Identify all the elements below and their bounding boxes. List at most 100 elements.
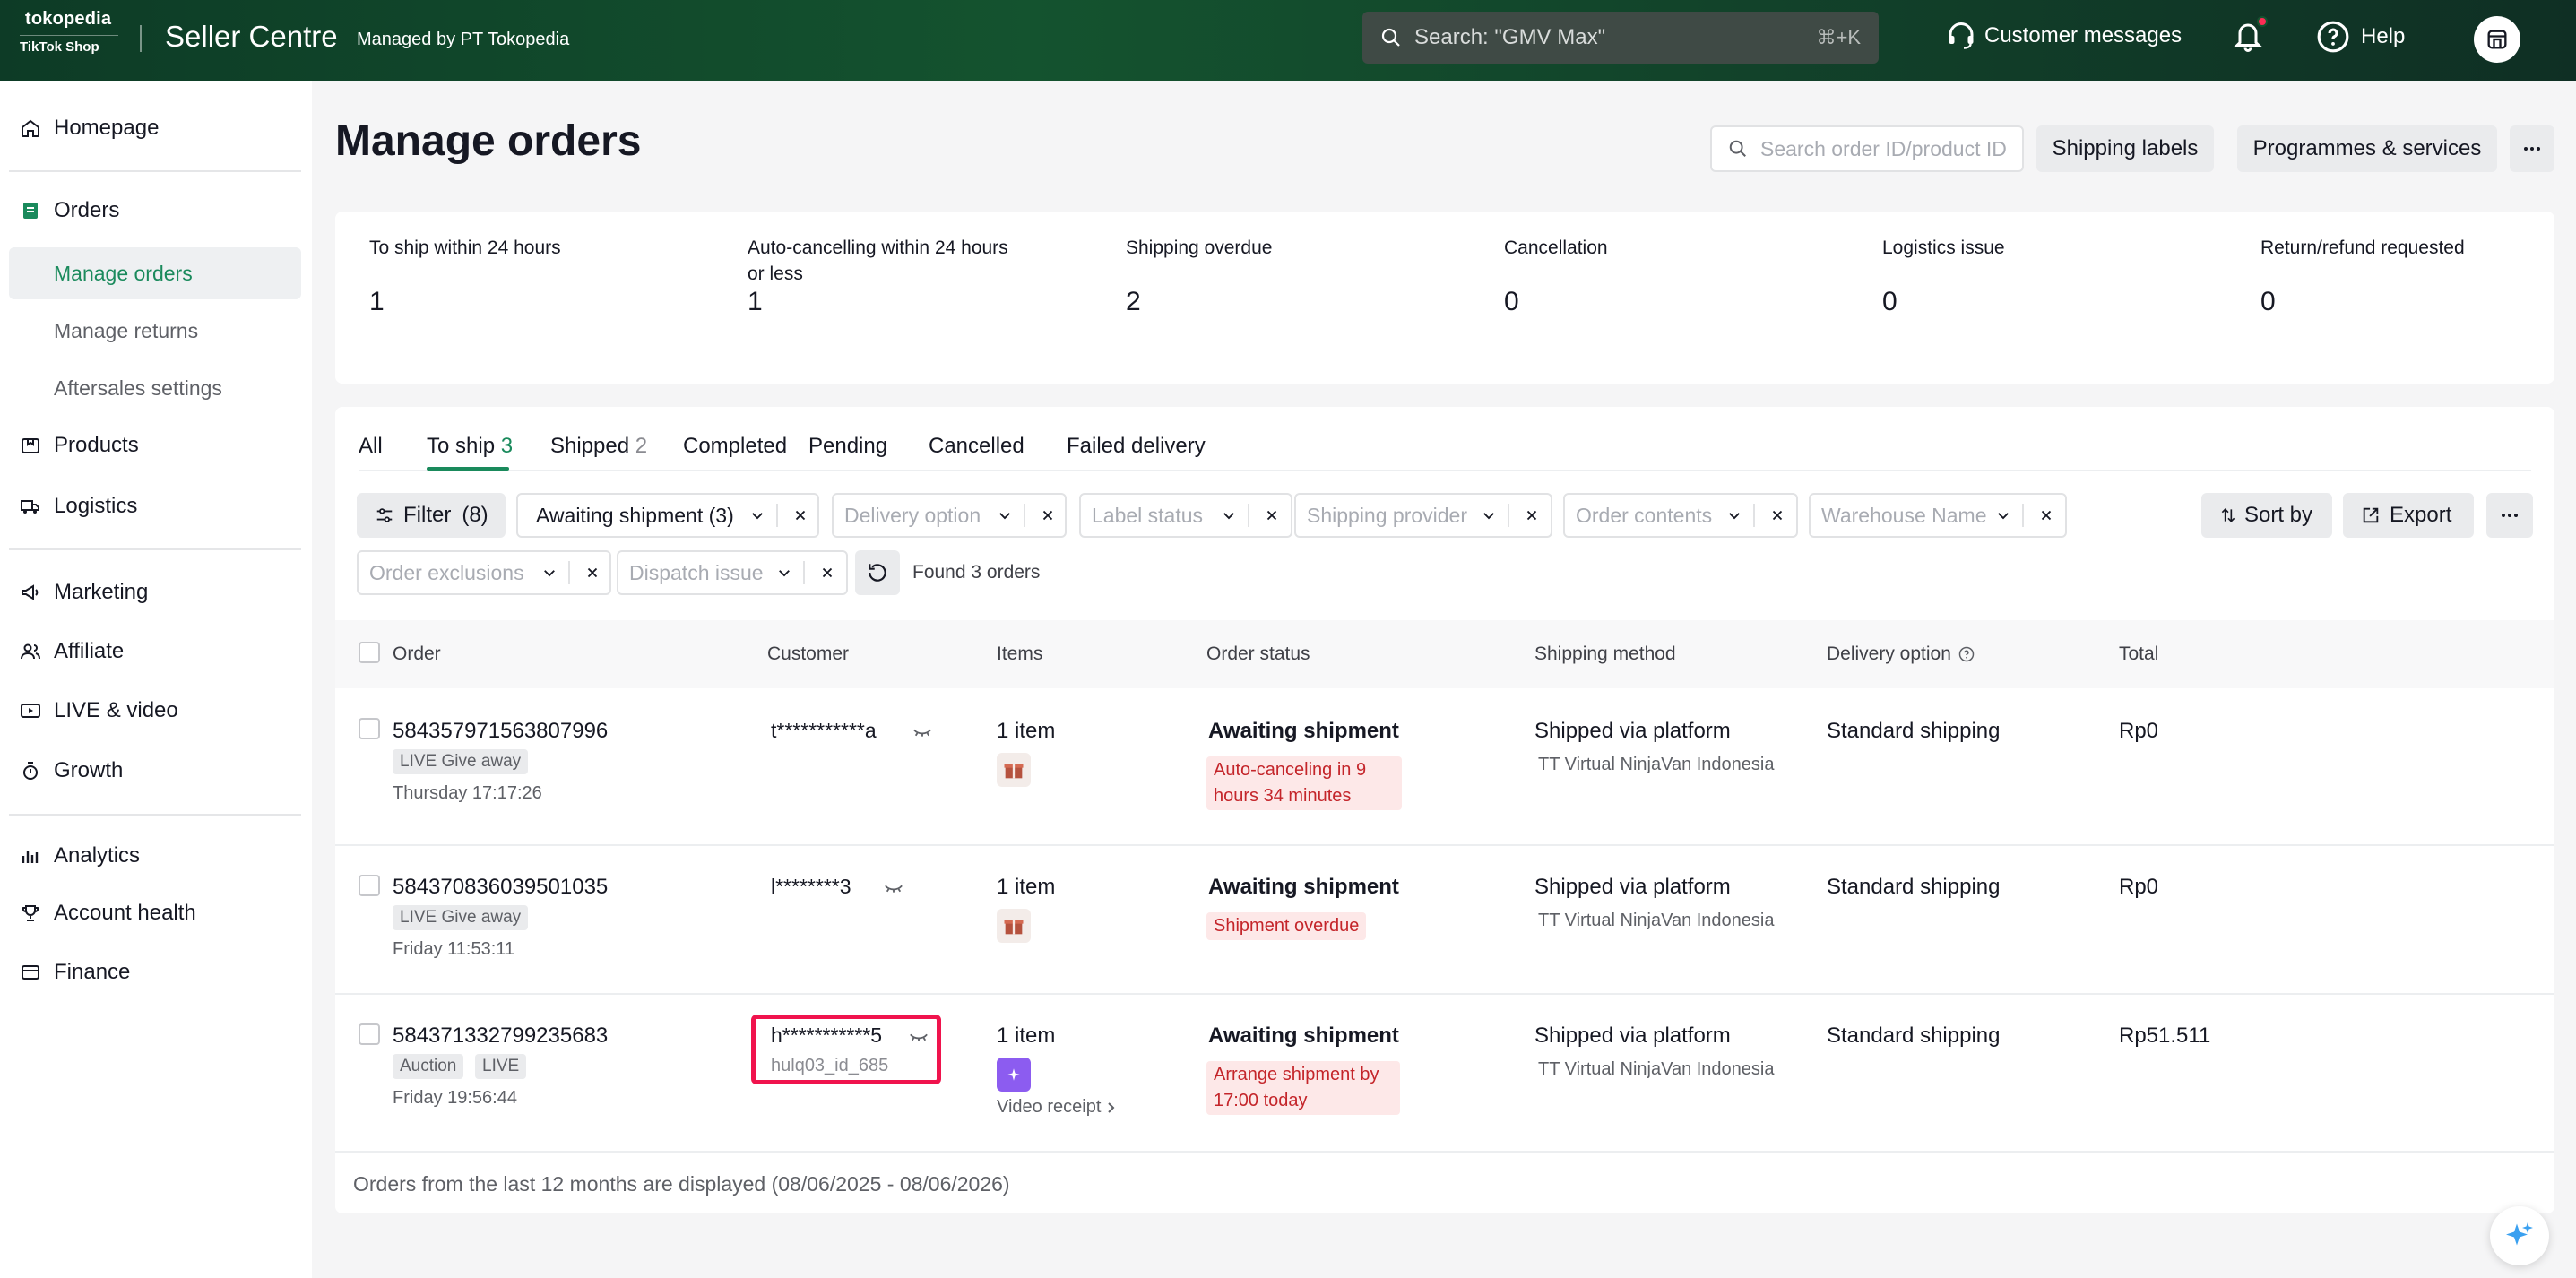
filter-button[interactable]: Filter (8) — [357, 493, 506, 538]
sidebar-item-logistics[interactable]: Logistics — [0, 484, 312, 529]
select-all-checkbox[interactable] — [359, 642, 380, 663]
sidebar-item-marketing[interactable]: Marketing — [0, 570, 312, 615]
orders-card: All To ship 3 Shipped 2 Completed Pendin… — [335, 407, 2554, 1213]
ai-assistant-button[interactable] — [2490, 1206, 2549, 1265]
sidebar-item-manage-orders[interactable]: Manage orders — [9, 247, 301, 299]
sort-by-button[interactable]: Sort by — [2201, 493, 2332, 538]
video-receipt-link[interactable]: Video receipt — [997, 1097, 1117, 1118]
brand-logo[interactable]: tokopedia TikTok Shop — [20, 9, 118, 68]
awaiting-shipment-filter[interactable]: Awaiting shipment (3) — [516, 493, 819, 538]
stat-cancellation[interactable]: Cancellation 0 — [1504, 235, 1773, 316]
customer-name[interactable]: l********3 — [771, 875, 851, 899]
reset-filters-button[interactable] — [855, 550, 900, 595]
chip-divider — [1753, 504, 1755, 527]
tab-shipped[interactable]: Shipped 2 — [550, 434, 647, 459]
sidebar-item-analytics[interactable]: Analytics — [0, 833, 312, 878]
close-icon[interactable] — [819, 565, 835, 581]
customer-name[interactable]: t***********a — [771, 719, 877, 743]
row-checkbox[interactable] — [359, 1023, 380, 1045]
order-search[interactable] — [1710, 125, 2024, 172]
chevron-down-icon — [752, 513, 763, 520]
more-options-button[interactable] — [2510, 125, 2554, 172]
stat-logistics-issue[interactable]: Logistics issue 0 — [1882, 235, 2151, 316]
tabs-baseline — [359, 470, 2531, 471]
global-search[interactable]: Search: "GMV Max" ⌘+K — [1362, 12, 1879, 64]
tab-cancelled[interactable]: Cancelled — [929, 434, 1024, 459]
eye-hidden-icon[interactable] — [884, 882, 903, 896]
row-checkbox[interactable] — [359, 875, 380, 896]
info-icon[interactable] — [1958, 646, 1975, 662]
order-id[interactable]: 584357971563807996 — [393, 719, 608, 744]
programmes-services-button[interactable]: Programmes & services — [2237, 125, 2497, 172]
gift-box-icon — [1004, 920, 1024, 935]
tab-completed[interactable]: Completed — [683, 434, 787, 459]
stat-label: Logistics issue — [1882, 237, 2005, 258]
close-icon[interactable] — [1264, 507, 1280, 523]
help-button[interactable]: Help — [2316, 20, 2405, 54]
stat-return-refund[interactable]: Return/refund requested 0 — [2260, 235, 2529, 316]
chevron-down-icon — [1483, 513, 1494, 520]
shipping-provider-filter[interactable]: Shipping provider — [1294, 493, 1552, 538]
home-icon — [22, 119, 39, 137]
row-checkbox[interactable] — [359, 718, 380, 739]
order-id[interactable]: 584370836039501035 — [393, 875, 608, 900]
export-button[interactable]: Export — [2343, 493, 2474, 538]
tab-all[interactable]: All — [359, 434, 383, 459]
stat-to-ship-24h[interactable]: To ship within 24 hours 1 — [369, 235, 638, 316]
product-thumbnail[interactable] — [997, 1058, 1031, 1092]
close-icon[interactable] — [792, 507, 808, 523]
stat-shipping-overdue[interactable]: Shipping overdue 2 — [1126, 235, 1395, 316]
sidebar-item-live-video[interactable]: LIVE & video — [0, 688, 312, 733]
headset-icon — [1949, 22, 1974, 49]
label-status-filter[interactable]: Label status — [1079, 493, 1292, 538]
order-contents-filter[interactable]: Order contents — [1563, 493, 1798, 538]
tab-pending[interactable]: Pending — [808, 434, 887, 459]
close-icon[interactable] — [1524, 507, 1540, 523]
close-icon[interactable] — [584, 565, 601, 581]
stat-label: Return/refund requested — [2260, 237, 2465, 258]
sidebar-item-account-health[interactable]: Account health — [0, 891, 312, 936]
sidebar-item-growth[interactable]: Growth — [0, 748, 312, 793]
order-search-input[interactable] — [1760, 136, 2020, 161]
filter-count: (8) — [462, 503, 488, 527]
chevron-right-icon — [1108, 1101, 1115, 1113]
warehouse-name-filter[interactable]: Warehouse Name — [1809, 493, 2067, 538]
items-count: 1 item — [997, 719, 1056, 743]
brand-name-tiktok-shop: TikTok Shop — [20, 39, 99, 55]
sidebar-item-label: LIVE & video — [54, 698, 178, 722]
sidebar-item-label: Marketing — [54, 580, 149, 604]
shop-avatar[interactable] — [2474, 16, 2520, 63]
order-id[interactable]: 584371332799235683 — [393, 1023, 608, 1049]
tab-failed-delivery[interactable]: Failed delivery — [1067, 434, 1206, 459]
customer-name[interactable]: h***********5 — [771, 1023, 882, 1048]
sidebar-item-products[interactable]: Products — [0, 423, 312, 468]
close-icon[interactable] — [2038, 507, 2054, 523]
delivery-option-filter[interactable]: Delivery option — [832, 493, 1067, 538]
close-icon[interactable] — [1769, 507, 1785, 523]
order-exclusions-filter[interactable]: Order exclusions — [357, 550, 611, 595]
sidebar-item-manage-returns[interactable]: Manage returns — [9, 305, 301, 357]
eye-hidden-icon[interactable] — [909, 1031, 929, 1045]
found-orders-count: Found 3 orders — [912, 562, 1041, 583]
eye-hidden-icon[interactable] — [912, 726, 932, 740]
stat-value: 0 — [2260, 287, 2276, 316]
row-divider — [335, 844, 2554, 846]
close-icon[interactable] — [1040, 507, 1056, 523]
header-shipping-method: Shipping method — [1534, 643, 1676, 664]
sidebar-item-orders[interactable]: Orders — [0, 188, 312, 233]
sidebar-item-finance[interactable]: Finance — [0, 950, 312, 995]
stat-auto-cancelling[interactable]: Auto-cancelling within 24 hours or less … — [748, 235, 1016, 316]
more-filter-options-button[interactable] — [2486, 493, 2533, 538]
tab-to-ship[interactable]: To ship 3 — [427, 434, 513, 459]
customer-messages-button[interactable]: Customer messages — [1945, 20, 2182, 52]
growth-icon — [23, 762, 38, 780]
sidebar-item-homepage[interactable]: Homepage — [0, 106, 312, 151]
product-thumbnail[interactable] — [997, 753, 1031, 787]
shipping-labels-button[interactable]: Shipping labels — [2036, 125, 2214, 172]
dispatch-issue-filter[interactable]: Dispatch issue — [617, 550, 848, 595]
sidebar-item-affiliate[interactable]: Affiliate — [0, 629, 312, 674]
tab-label: All — [359, 434, 383, 458]
sidebar-item-aftersales-settings[interactable]: Aftersales settings — [9, 362, 301, 414]
product-thumbnail[interactable] — [997, 909, 1031, 943]
notifications-button[interactable] — [2232, 16, 2268, 54]
